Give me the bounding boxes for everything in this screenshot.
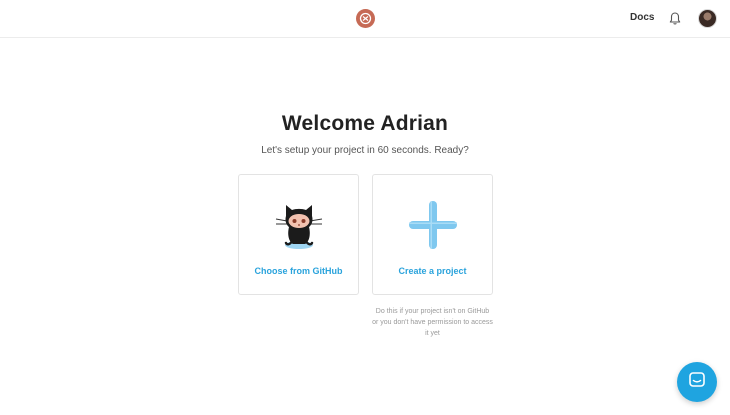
app-logo-icon[interactable] [356,9,375,28]
docs-link[interactable]: Docs [630,12,654,23]
github-octocat-icon [239,197,358,253]
choose-from-github-card[interactable]: Choose from GitHub [238,174,359,295]
create-project-card[interactable]: Create a project [372,174,493,295]
avatar[interactable] [698,9,717,28]
top-navigation-bar: Docs [0,0,730,38]
plus-icon [373,197,492,253]
chat-icon [687,370,707,395]
page-subtitle: Let's setup your project in 60 seconds. … [261,145,469,156]
bell-icon[interactable] [668,11,682,26]
choose-from-github-label: Choose from GitHub [254,266,343,276]
chat-launcher-button[interactable] [677,362,717,402]
create-project-helper-text: Do this if your project isn't on GitHub … [372,308,493,337]
create-project-label: Create a project [398,266,467,276]
page-title: Welcome Adrian [281,112,449,135]
